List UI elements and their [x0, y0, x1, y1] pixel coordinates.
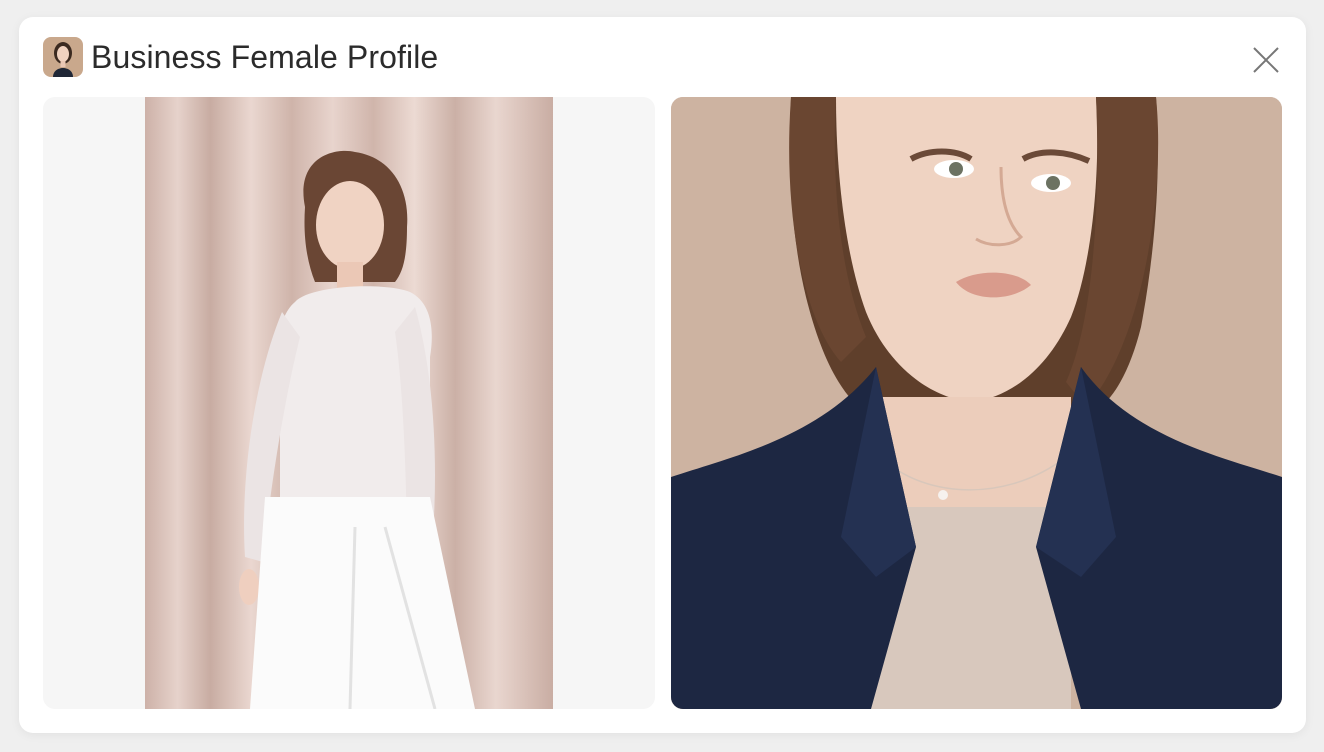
portrait-photo	[671, 97, 1282, 709]
dialog-header: Business Female Profile	[43, 37, 438, 77]
close-button[interactable]	[1249, 43, 1283, 77]
profile-dialog: Business Female Profile	[19, 17, 1306, 733]
dialog-title: Business Female Profile	[91, 38, 439, 75]
image-panel-left[interactable]	[43, 97, 655, 709]
image-panel-right[interactable]	[671, 97, 1282, 709]
full-length-photo	[145, 97, 553, 709]
profile-avatar-icon	[43, 37, 83, 77]
close-icon	[1253, 47, 1279, 73]
